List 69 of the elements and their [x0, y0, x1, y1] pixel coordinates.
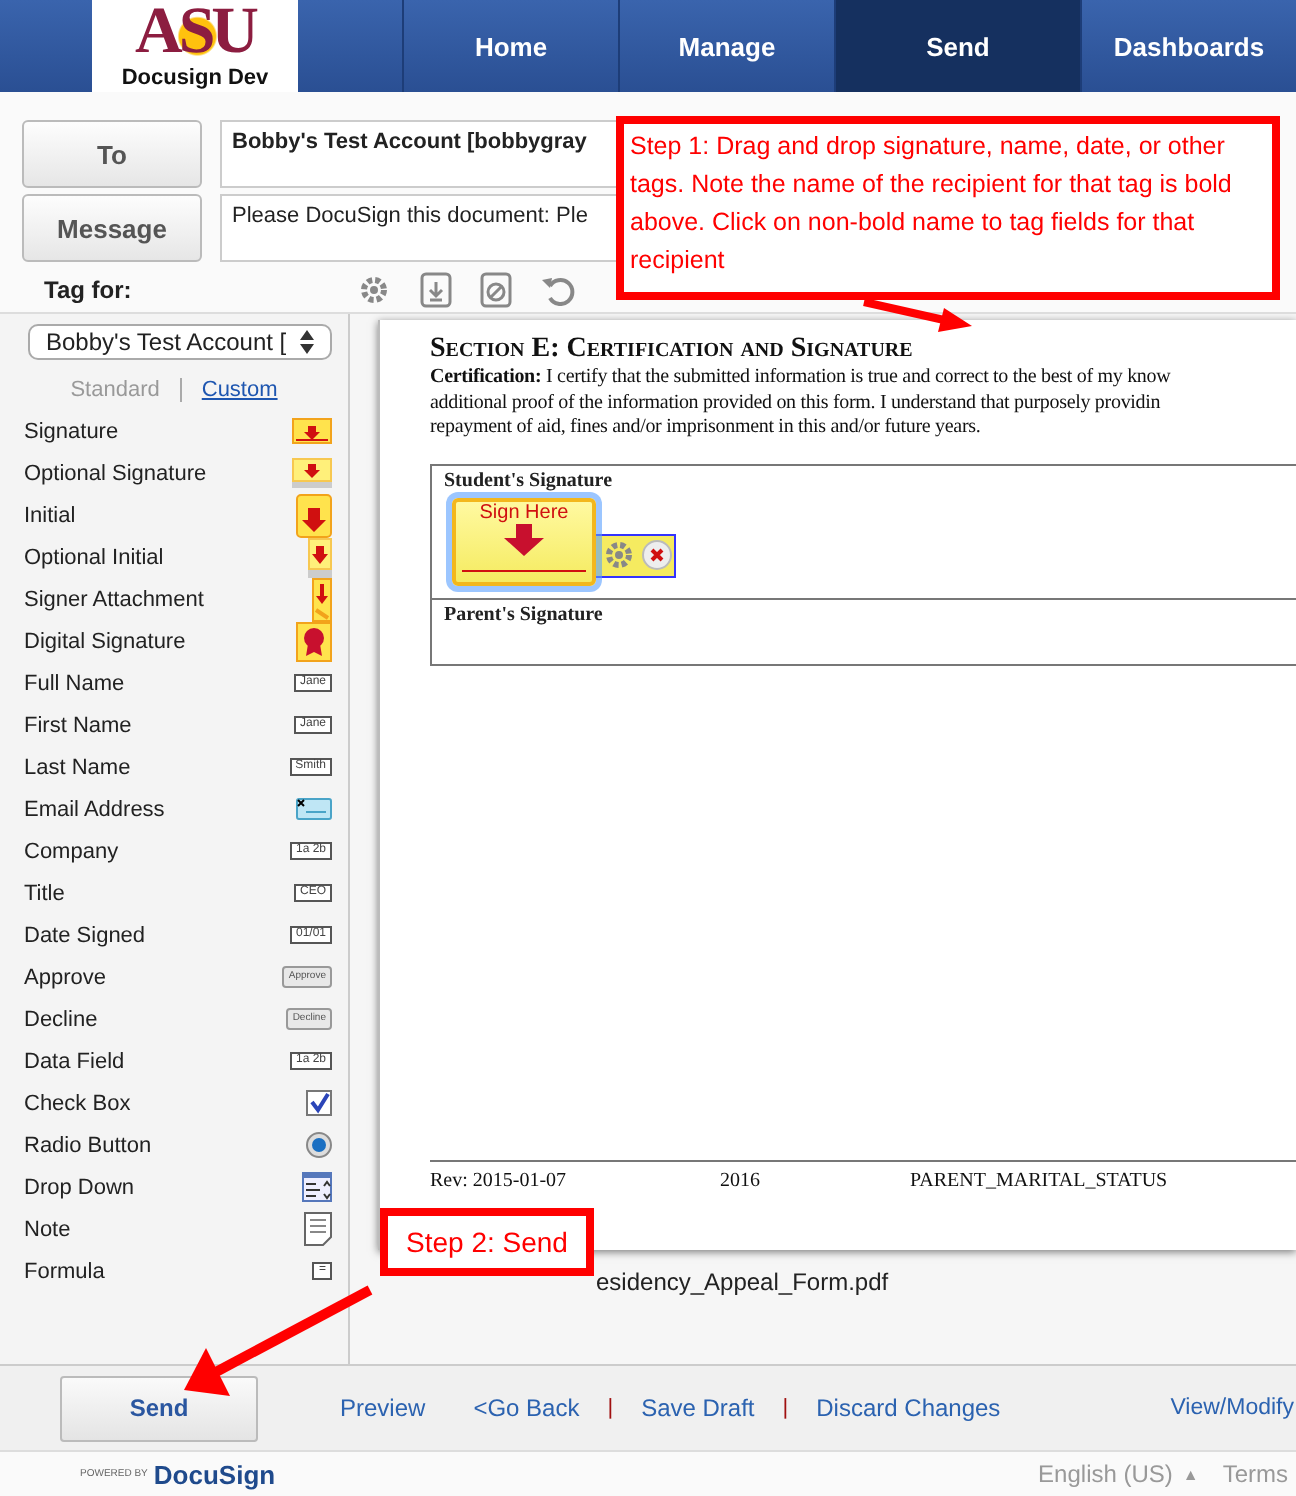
updown-icon: [300, 330, 314, 354]
tag-item[interactable]: Company: [24, 839, 119, 863]
tag-item[interactable]: Optional Initial: [24, 545, 164, 569]
email-field-icon: [296, 798, 332, 820]
tag-item[interactable]: Optional Signature: [24, 461, 207, 485]
tag-item[interactable]: Full Name: [24, 671, 125, 695]
tag-label: Sign Here: [479, 501, 569, 525]
signature-label: Student's Signature: [444, 469, 613, 491]
undo-icon: [540, 274, 576, 306]
tag-item[interactable]: Email Address: [24, 797, 165, 821]
action-link[interactable]: Save Draft: [641, 1394, 755, 1422]
tag-item[interactable]: Check Box: [24, 1091, 131, 1115]
callout: Step 2: Send: [380, 1208, 594, 1276]
brand-logo: DocuSign: [153, 1459, 276, 1489]
tag-item[interactable]: Drop Down: [24, 1175, 135, 1199]
footer-text: PARENT_MARITAL_STATUS: [910, 1170, 1168, 1192]
document-icon: [420, 272, 452, 308]
dropdown-icon: [302, 1172, 332, 1202]
tag-item[interactable]: Date Signed: [24, 923, 146, 947]
signature-tag-icon: [292, 418, 332, 444]
tag-item[interactable]: Note: [24, 1217, 71, 1241]
send-button[interactable]: Send: [60, 1375, 258, 1441]
logo-caption: Docusign Dev: [121, 66, 269, 90]
tag-item[interactable]: Data Field: [24, 1049, 125, 1073]
tag-item[interactable]: Signer Attachment: [24, 587, 204, 611]
recipient-select[interactable]: Bobby's Test Account [: [28, 324, 332, 360]
action-link[interactable]: View/Modify: [1170, 1396, 1294, 1420]
signature-tag-icon: [292, 458, 332, 488]
note-icon: [304, 1212, 332, 1246]
tag-item[interactable]: Last Name: [24, 755, 131, 779]
recipient-field[interactable]: Bobby's Test Account [bobbygray: [220, 120, 616, 188]
nav-tab[interactable]: Send: [834, 0, 1080, 92]
callout: Step 1: Drag and drop signature, name, date, or other tags. Note the name of the recipient for that tag is bold above. Click on non-bold name to tag fields for that recipient: [616, 116, 1280, 300]
certification-paragraph: Certification: I certify that the submitted information is true and correct to the best of my know additional proof of the information provided on this form. I understand that purposely providin repayment of aid, fines and/or imprisonment in this and/or future years.: [430, 366, 1173, 441]
action-link[interactable]: Discard Changes: [816, 1394, 1001, 1422]
view-tab[interactable]: Custom: [201, 378, 278, 402]
tag-item[interactable]: Digital Signature: [24, 629, 186, 653]
separator: |: [607, 1396, 614, 1420]
tag-item[interactable]: Formula: [24, 1259, 105, 1283]
tag-item[interactable]: First Name: [24, 713, 132, 737]
footer-text: Rev: 2015-01-07: [430, 1170, 569, 1192]
signature-label: Parent's Signature: [444, 603, 603, 625]
action-link[interactable]: <Go Back: [473, 1394, 580, 1422]
tag-item[interactable]: Approve: [24, 965, 106, 989]
tag-for-label: Tag for:: [44, 276, 134, 304]
tag-item[interactable]: Decline: [24, 1007, 98, 1031]
gear-icon: [356, 272, 392, 308]
message-field[interactable]: Please DocuSign this document: Ple: [220, 194, 616, 262]
arrow-icon: [502, 523, 546, 555]
section-heading: Section E: Certification and Signature: [430, 334, 915, 366]
gear-icon: [604, 540, 634, 570]
checkbox-icon: [306, 1090, 332, 1116]
tag-item[interactable]: Initial: [24, 503, 76, 527]
footer-text: 2016: [720, 1170, 762, 1192]
tag-item[interactable]: Title: [24, 881, 65, 905]
radio-button-icon: [306, 1132, 332, 1158]
signature-tag[interactable]: Sign Here: [452, 497, 596, 585]
seal-icon: [296, 621, 332, 661]
to-button[interactable]: To: [22, 120, 202, 188]
action-link[interactable]: Preview: [340, 1394, 426, 1422]
blocked-document-icon: [480, 272, 512, 308]
arrow: [863, 298, 972, 332]
separator: |: [782, 1396, 789, 1420]
file-name: esidency_Appeal_Form.pdf: [596, 1268, 891, 1296]
message-button[interactable]: Message: [22, 194, 202, 262]
attachment-tag-icon: [312, 577, 332, 621]
tag-item[interactable]: Signature: [24, 419, 119, 443]
tag-item[interactable]: Radio Button: [24, 1133, 152, 1157]
close-icon: [642, 540, 672, 570]
